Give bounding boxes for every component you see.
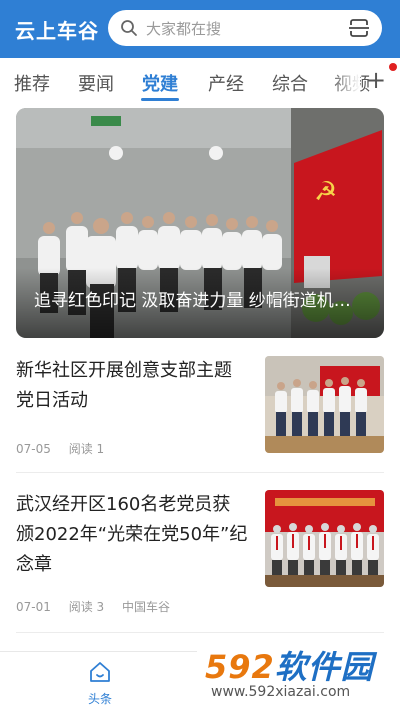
- news-reads: 阅读 1: [68, 442, 105, 456]
- news-meta: 07-05 阅读 1: [16, 440, 118, 457]
- news-date: 07-01: [16, 600, 51, 614]
- news-thumbnail-image: [265, 356, 384, 453]
- watermark-url: www.592xiazai.com: [211, 684, 351, 700]
- nav-home[interactable]: 头条: [76, 660, 124, 706]
- tab-general[interactable]: 综合: [272, 70, 308, 96]
- nav-home-label[interactable]: 头条: [76, 690, 124, 707]
- news-item[interactable]: 武汉经开区160名老党员获颁2022年“光荣在党50年”纪念章 07-01 阅读…: [16, 490, 384, 614]
- search-icon: [121, 20, 137, 36]
- tab-party-building[interactable]: 党建: [142, 70, 178, 96]
- watermark-logo: 592软件园: [205, 648, 374, 686]
- tab-industry[interactable]: 产经: [208, 70, 244, 96]
- home-icon: [90, 662, 110, 682]
- svg-text:☭: ☭: [314, 177, 337, 207]
- app-title: 云上车谷: [15, 19, 99, 43]
- tabs-fade: [330, 64, 360, 98]
- category-tabs: 推荐 要闻 党建 产经 综合 视频 +: [0, 58, 400, 104]
- site-watermark: 592软件园 www.592xiazai.com: [197, 638, 400, 711]
- divider: [16, 472, 384, 473]
- news-thumbnail[interactable]: [265, 356, 384, 453]
- news-title[interactable]: 新华社区开展创意支部主题党日活动: [16, 356, 248, 416]
- news-date: 07-05: [16, 442, 51, 456]
- news-thumbnail[interactable]: [265, 490, 384, 587]
- search-bar[interactable]: 大家都在搜: [108, 10, 382, 46]
- news-meta: 07-01 阅读 3 中国车谷: [16, 598, 184, 615]
- add-channel-icon[interactable]: +: [364, 66, 388, 94]
- active-tab-indicator: [141, 98, 179, 101]
- news-reads: 阅读 3: [68, 600, 105, 614]
- notification-dot: [389, 63, 397, 71]
- news-source: 中国车谷: [121, 600, 170, 614]
- news-thumbnail-image: [265, 490, 384, 587]
- news-title[interactable]: 武汉经开区160名老党员获颁2022年“光荣在党50年”纪念章: [16, 490, 248, 580]
- search-placeholder[interactable]: 大家都在搜: [146, 18, 221, 39]
- hero-article[interactable]: ☭ 追寻红色印记 汲取奋进力量 纱帽街道机…: [16, 108, 384, 338]
- top-header: 云上车谷 大家都在搜: [0, 0, 400, 58]
- hero-caption[interactable]: 追寻红色印记 汲取奋进力量 纱帽街道机…: [34, 286, 351, 311]
- divider: [16, 632, 384, 633]
- news-item[interactable]: 新华社区开展创意支部主题党日活动 07-05 阅读 1: [16, 356, 384, 474]
- scan-icon[interactable]: [348, 17, 370, 39]
- tab-recommend[interactable]: 推荐: [14, 70, 50, 96]
- tab-headlines[interactable]: 要闻: [78, 70, 114, 96]
